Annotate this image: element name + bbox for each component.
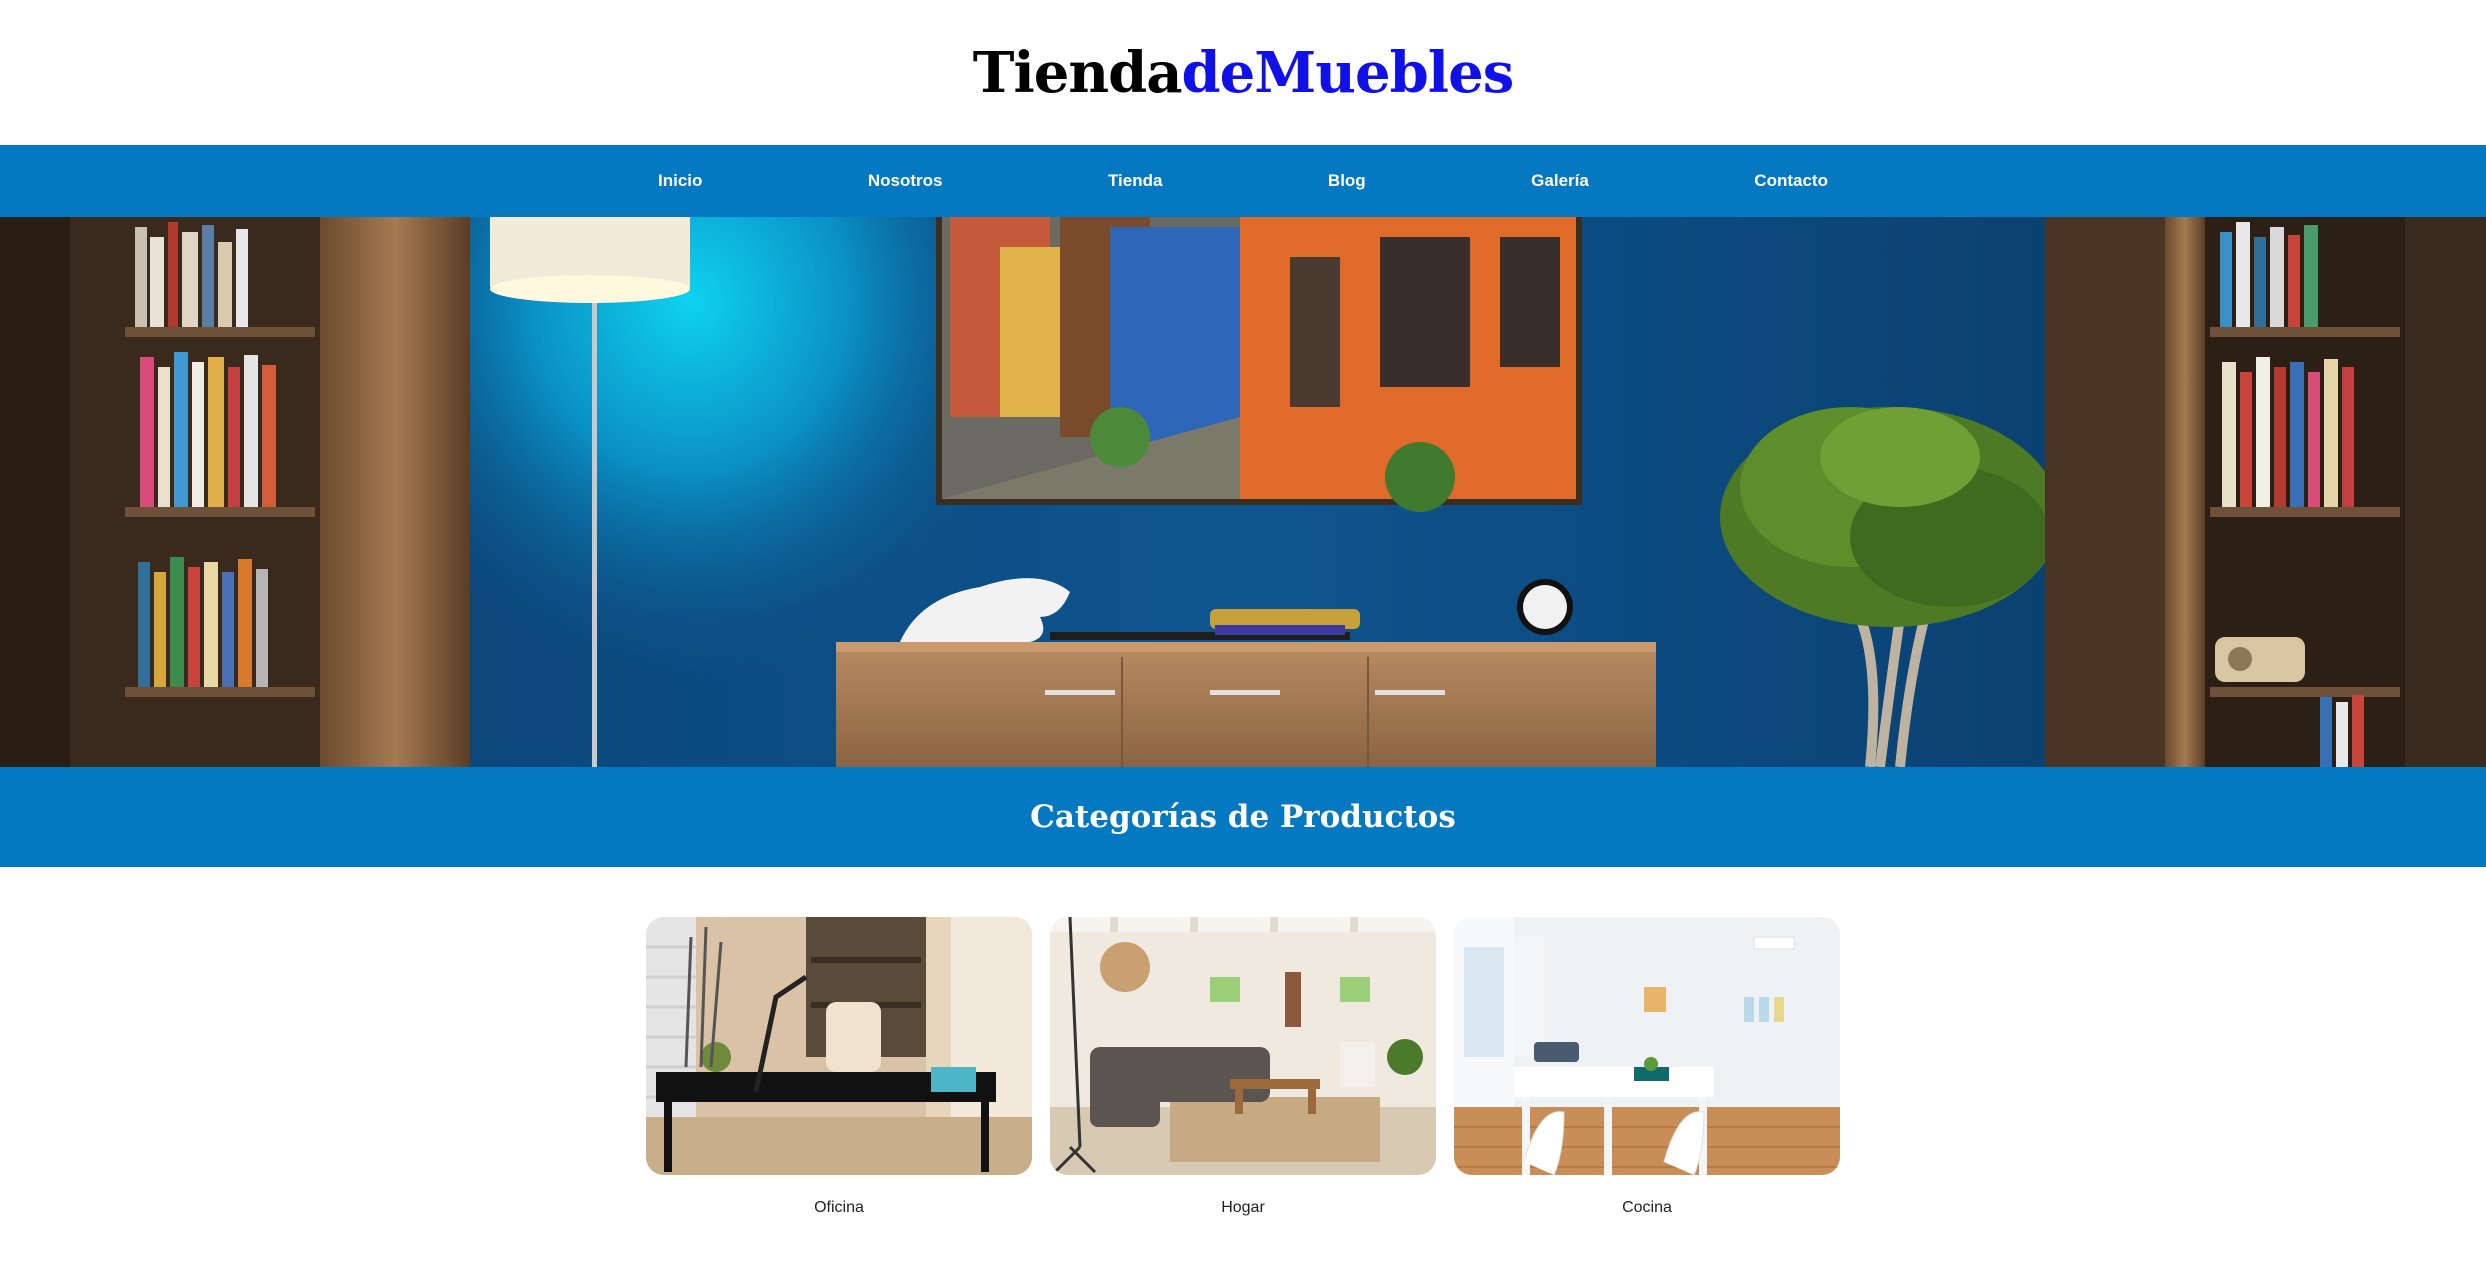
- nav-link-galeria[interactable]: Galería: [1531, 171, 1589, 191]
- nav-link-blog[interactable]: Blog: [1328, 171, 1366, 191]
- living-room-hero-image: [0, 217, 2486, 767]
- nav-link-nosotros[interactable]: Nosotros: [868, 171, 943, 191]
- hero-banner: [0, 217, 2486, 767]
- category-label-cocina[interactable]: Cocina: [1454, 1199, 1840, 1217]
- category-card-cocina[interactable]: Cocina: [1454, 917, 1840, 1217]
- nav-link-inicio[interactable]: Inicio: [658, 171, 702, 191]
- logo-text-demuebles: deMuebles: [1181, 39, 1515, 106]
- nav-link-tienda[interactable]: Tienda: [1108, 171, 1162, 191]
- categories-header: Categorías de Productos: [0, 767, 2486, 867]
- main-navigation: Inicio Nosotros Tienda Blog Galería Cont…: [0, 145, 2486, 217]
- category-card-oficina[interactable]: Oficina: [646, 917, 1032, 1217]
- category-list: Oficina Hogar Cocina: [0, 917, 2486, 1217]
- site-header: TiendadeMuebles: [0, 0, 2486, 145]
- category-label-hogar[interactable]: Hogar: [1050, 1199, 1436, 1217]
- section-title: Categorías de Productos: [1030, 799, 1456, 835]
- office-photo[interactable]: [646, 917, 1032, 1175]
- dining-room-photo[interactable]: [1454, 917, 1840, 1175]
- site-logo[interactable]: TiendadeMuebles: [973, 45, 1514, 101]
- nav-link-contacto[interactable]: Contacto: [1754, 171, 1828, 191]
- category-label-oficina[interactable]: Oficina: [646, 1199, 1032, 1217]
- nav-menu: Inicio Nosotros Tienda Blog Galería Cont…: [638, 171, 1848, 191]
- logo-text-tienda: Tienda: [972, 39, 1183, 106]
- category-card-hogar[interactable]: Hogar: [1050, 917, 1436, 1217]
- living-room-photo[interactable]: [1050, 917, 1436, 1175]
